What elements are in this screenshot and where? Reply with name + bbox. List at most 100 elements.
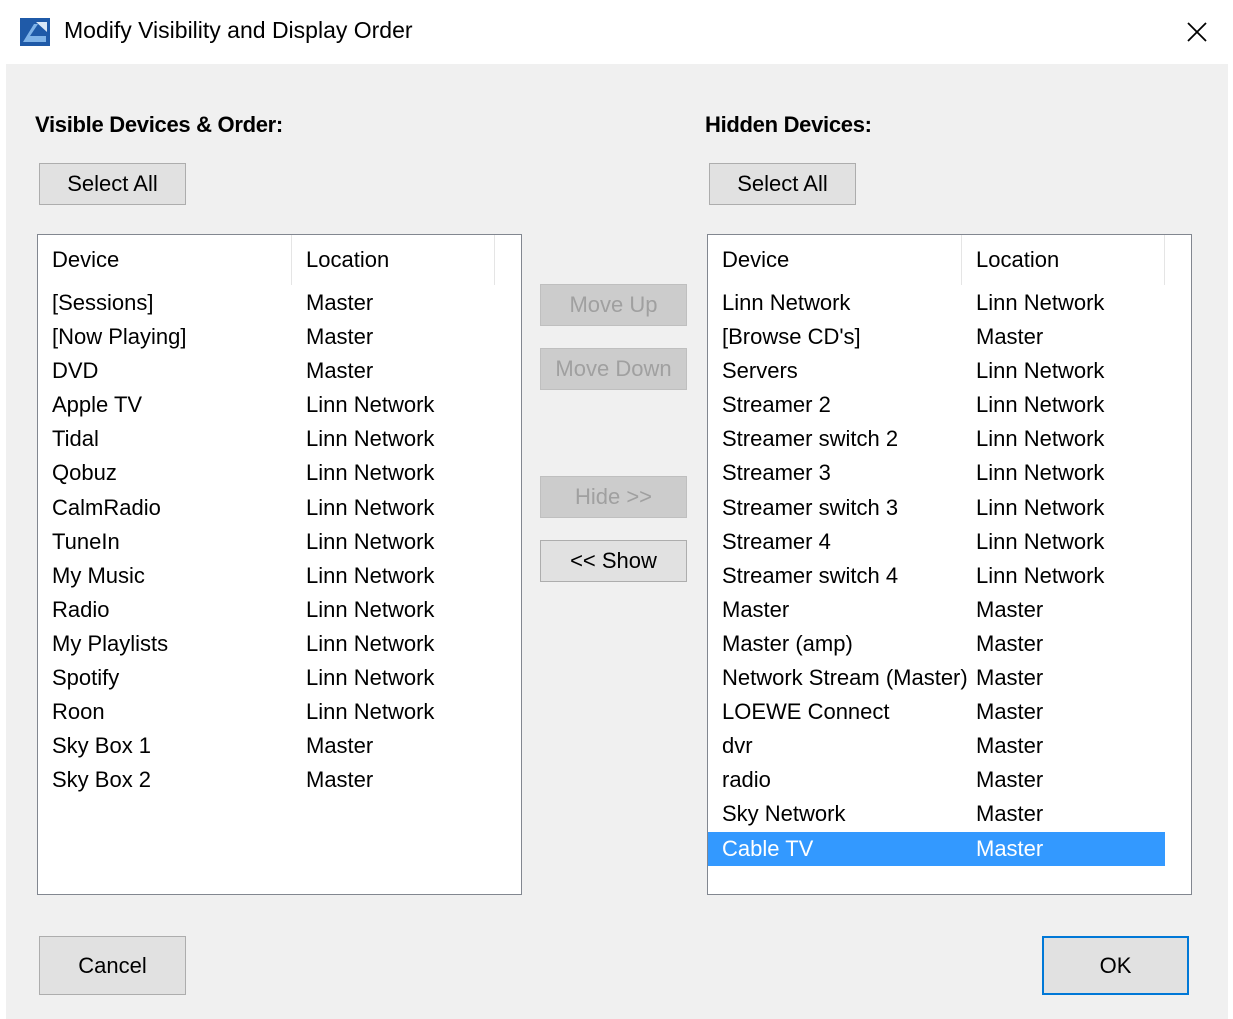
- device-cell: LOEWE Connect: [722, 699, 890, 725]
- location-cell: Linn Network: [306, 562, 435, 588]
- location-cell: Master: [306, 767, 374, 793]
- device-cell: Master: [722, 596, 790, 622]
- table-row[interactable]: Radio Linn Network: [38, 593, 521, 627]
- device-cell: Network Stream (Master): [722, 665, 968, 691]
- device-cell: CalmRadio: [52, 494, 161, 520]
- location-cell: Linn Network: [976, 290, 1105, 315]
- table-row[interactable]: DVD Master: [38, 354, 521, 388]
- table-row[interactable]: Streamer 3 Linn Network: [708, 456, 1165, 490]
- device-cell: Tidal: [52, 426, 99, 452]
- move-down-button[interactable]: Move Down: [540, 348, 687, 390]
- table-row[interactable]: Linn Network Linn Network: [708, 286, 1165, 320]
- ok-button[interactable]: OK: [1042, 936, 1189, 995]
- column-header-device[interactable]: Device: [38, 235, 292, 285]
- table-row[interactable]: Streamer 4 Linn Network: [708, 525, 1165, 559]
- device-cell: Sky Box 2: [52, 767, 152, 793]
- location-cell: Master: [976, 630, 1044, 656]
- list-header: Device Location: [708, 235, 1191, 285]
- visible-select-all-button[interactable]: Select All: [39, 163, 186, 205]
- location-cell: Master: [976, 835, 1044, 861]
- location-cell: Linn Network: [976, 358, 1105, 384]
- device-cell: Cable TV: [722, 835, 814, 861]
- window-edge: [1228, 64, 1233, 1019]
- close-button[interactable]: [1170, 8, 1224, 56]
- table-row[interactable]: Streamer switch 4 Linn Network: [708, 559, 1165, 593]
- table-row[interactable]: Streamer switch 2 Linn Network: [708, 422, 1165, 456]
- table-row[interactable]: Apple TV Linn Network: [38, 388, 521, 422]
- location-cell: Master: [306, 290, 374, 315]
- device-cell: [Browse CD's]: [722, 324, 861, 350]
- table-row[interactable]: Streamer switch 3 Linn Network: [708, 491, 1165, 525]
- location-cell: Master: [976, 801, 1044, 827]
- table-row[interactable]: My Playlists Linn Network: [38, 627, 521, 661]
- device-cell: My Music: [52, 562, 145, 588]
- table-row[interactable]: Master (amp) Master: [708, 627, 1165, 661]
- device-cell: Qobuz: [52, 460, 117, 486]
- table-row[interactable]: Cable TV Master: [708, 831, 1165, 866]
- device-cell: Master (amp): [722, 630, 853, 656]
- table-row[interactable]: Servers Linn Network: [708, 354, 1165, 388]
- device-cell: [Now Playing]: [52, 324, 187, 350]
- table-row[interactable]: [Sessions] Master: [38, 286, 521, 320]
- location-cell: Linn Network: [306, 596, 435, 622]
- table-row[interactable]: Sky Box 2 Master: [38, 763, 521, 797]
- location-cell: Linn Network: [306, 392, 435, 418]
- device-cell: [Sessions]: [52, 290, 154, 315]
- table-row[interactable]: Tidal Linn Network: [38, 422, 521, 456]
- table-row[interactable]: Sky Box 1 Master: [38, 729, 521, 763]
- column-header-device[interactable]: Device: [708, 235, 962, 285]
- table-row[interactable]: CalmRadio Linn Network: [38, 491, 521, 525]
- device-cell: Sky Network: [722, 801, 846, 827]
- hidden-devices-heading: Hidden Devices:: [705, 112, 872, 137]
- hide-button[interactable]: Hide >>: [540, 476, 687, 518]
- device-cell: Sky Box 1: [52, 733, 152, 759]
- location-cell: Master: [976, 733, 1044, 759]
- location-cell: Master: [976, 596, 1044, 622]
- move-up-button[interactable]: Move Up: [540, 284, 687, 326]
- location-cell: Linn Network: [976, 562, 1105, 588]
- table-row[interactable]: radio Master: [708, 763, 1165, 797]
- list-header: Device Location: [38, 235, 521, 285]
- table-row[interactable]: Master Master: [708, 593, 1165, 627]
- table-row[interactable]: My Music Linn Network: [38, 559, 521, 593]
- device-cell: Apple TV: [52, 392, 143, 418]
- location-cell: Master: [306, 324, 374, 350]
- device-cell: radio: [722, 767, 771, 793]
- visible-devices-list[interactable]: Device Location [Sessions] Master [Now Pla…: [37, 234, 522, 895]
- device-cell: Streamer switch 3: [722, 494, 899, 520]
- table-row[interactable]: Streamer 2 Linn Network: [708, 388, 1165, 422]
- location-cell: Linn Network: [306, 699, 435, 725]
- location-cell: Linn Network: [306, 460, 435, 486]
- table-row[interactable]: Spotify Linn Network: [38, 661, 521, 695]
- table-row[interactable]: [Now Playing] Master: [38, 320, 521, 354]
- column-header-location[interactable]: Location: [292, 235, 495, 285]
- app-logo-icon: [20, 18, 50, 46]
- hidden-select-all-button[interactable]: Select All: [709, 163, 856, 205]
- table-row[interactable]: dvr Master: [708, 729, 1165, 763]
- device-cell: My Playlists: [52, 630, 169, 656]
- device-cell: Streamer 4: [722, 528, 831, 554]
- table-row[interactable]: TuneIn Linn Network: [38, 525, 521, 559]
- location-cell: Master: [976, 767, 1044, 793]
- table-row[interactable]: LOEWE Connect Master: [708, 695, 1165, 729]
- device-cell: Servers: [722, 358, 798, 384]
- table-row[interactable]: Qobuz Linn Network: [38, 456, 521, 490]
- location-cell: Master: [976, 324, 1044, 350]
- table-row[interactable]: Roon Linn Network: [38, 695, 521, 729]
- device-cell: Roon: [52, 699, 105, 725]
- table-row[interactable]: Sky Network Master: [708, 797, 1165, 831]
- cancel-button[interactable]: Cancel: [39, 936, 186, 995]
- device-cell: Spotify: [52, 665, 120, 691]
- device-cell: Streamer 3: [722, 460, 831, 486]
- title-bar: Modify Visibility and Display Order: [0, 0, 1233, 64]
- table-row[interactable]: [Browse CD's] Master: [708, 320, 1165, 354]
- location-cell: Linn Network: [306, 665, 435, 691]
- device-cell: Streamer 2: [722, 392, 831, 418]
- column-header-location[interactable]: Location: [962, 235, 1165, 285]
- hidden-devices-list[interactable]: Device Location Linn Network Linn Network…: [707, 234, 1192, 895]
- table-row[interactable]: Network Stream (Master) Master: [708, 661, 1165, 695]
- location-cell: Linn Network: [306, 528, 435, 554]
- show-button[interactable]: << Show: [540, 540, 687, 582]
- location-cell: Linn Network: [306, 630, 435, 656]
- location-cell: Master: [306, 358, 374, 384]
